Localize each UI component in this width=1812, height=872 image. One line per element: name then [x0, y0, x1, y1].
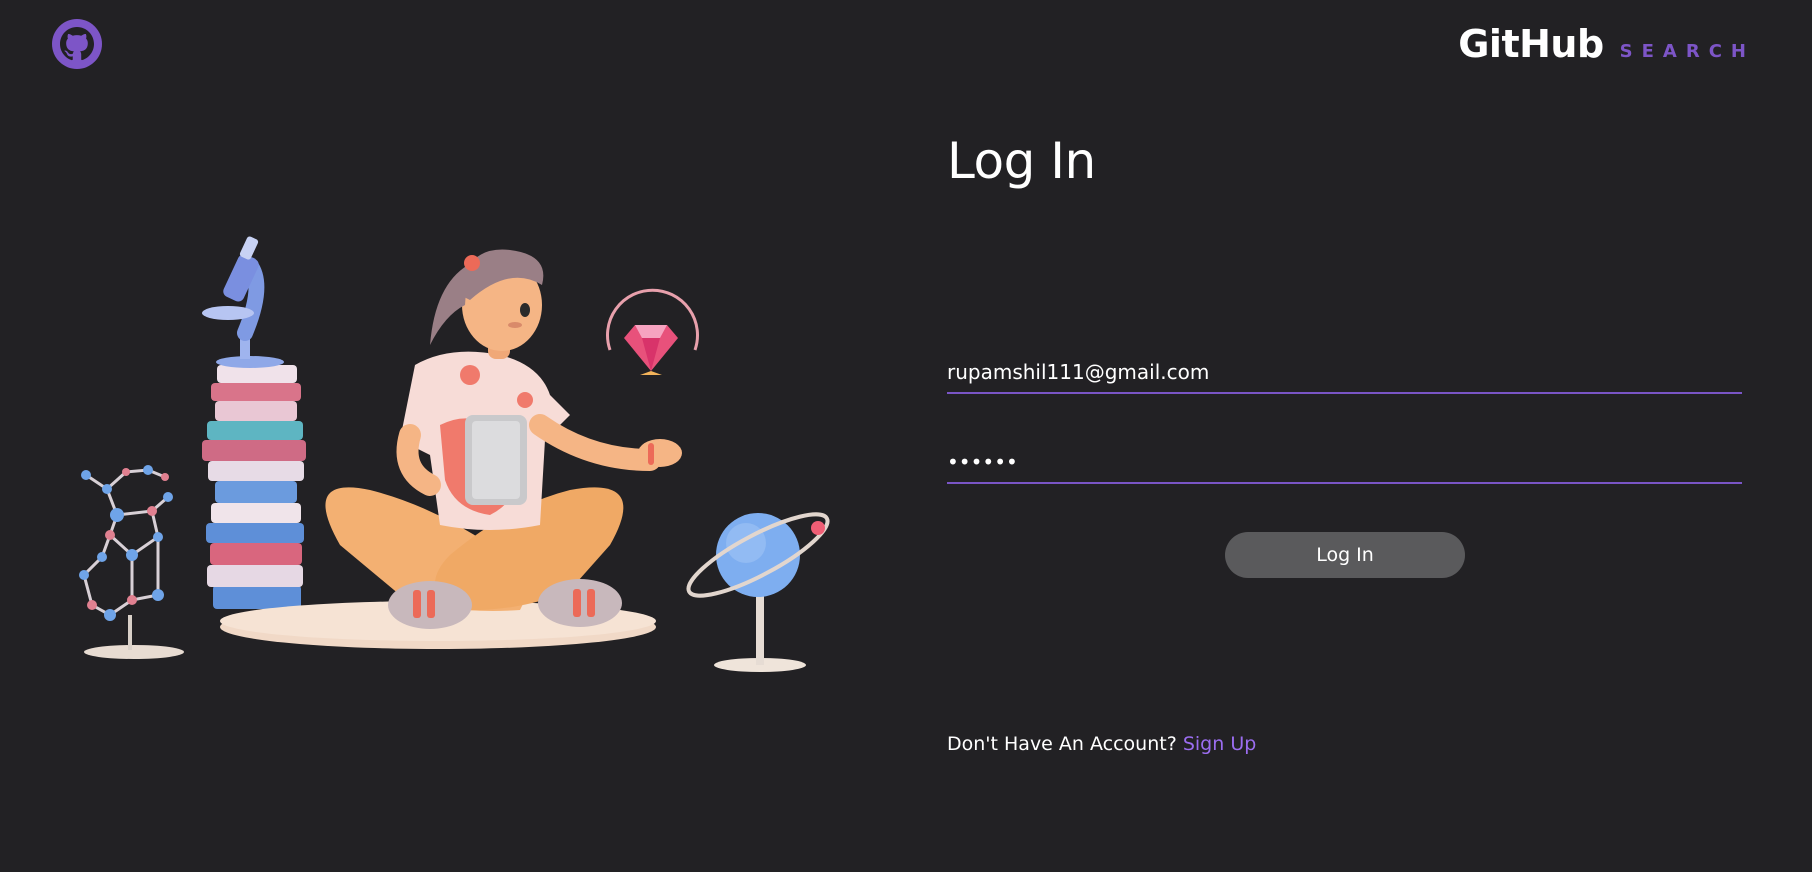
microscope-icon [202, 236, 284, 368]
books-stack-icon [202, 365, 306, 609]
brand-logo[interactable]: GitHub SEARCH [1458, 22, 1755, 66]
github-octocat-icon[interactable] [51, 18, 103, 70]
login-button[interactable]: Log In [1225, 532, 1465, 578]
molecule-icon [79, 465, 184, 659]
signup-prompt-text: Don't Have An Account? [947, 733, 1177, 755]
login-form: Log In Log In Don't Have An Account? Sig… [947, 120, 1742, 755]
login-page: GitHub SEARCH Log In rupamshil111@gmail.… [0, 0, 1812, 872]
signup-prompt-line: Don't Have An Account? Sign Up [947, 733, 1256, 755]
planet-globe-icon [686, 512, 830, 672]
brand-subtitle: SEARCH [1619, 41, 1755, 62]
password-field[interactable] [947, 450, 1742, 482]
girl-with-tablet-icon [325, 249, 682, 629]
hero-illustration [79, 236, 830, 672]
brand-title: GitHub [1458, 22, 1604, 66]
password-field-container [947, 450, 1742, 484]
page-title: Log In [947, 132, 1096, 190]
gem-icon [606, 288, 699, 375]
email-field[interactable] [947, 360, 1742, 392]
email-field-container [947, 360, 1742, 394]
signup-link[interactable]: Sign Up [1183, 733, 1256, 755]
